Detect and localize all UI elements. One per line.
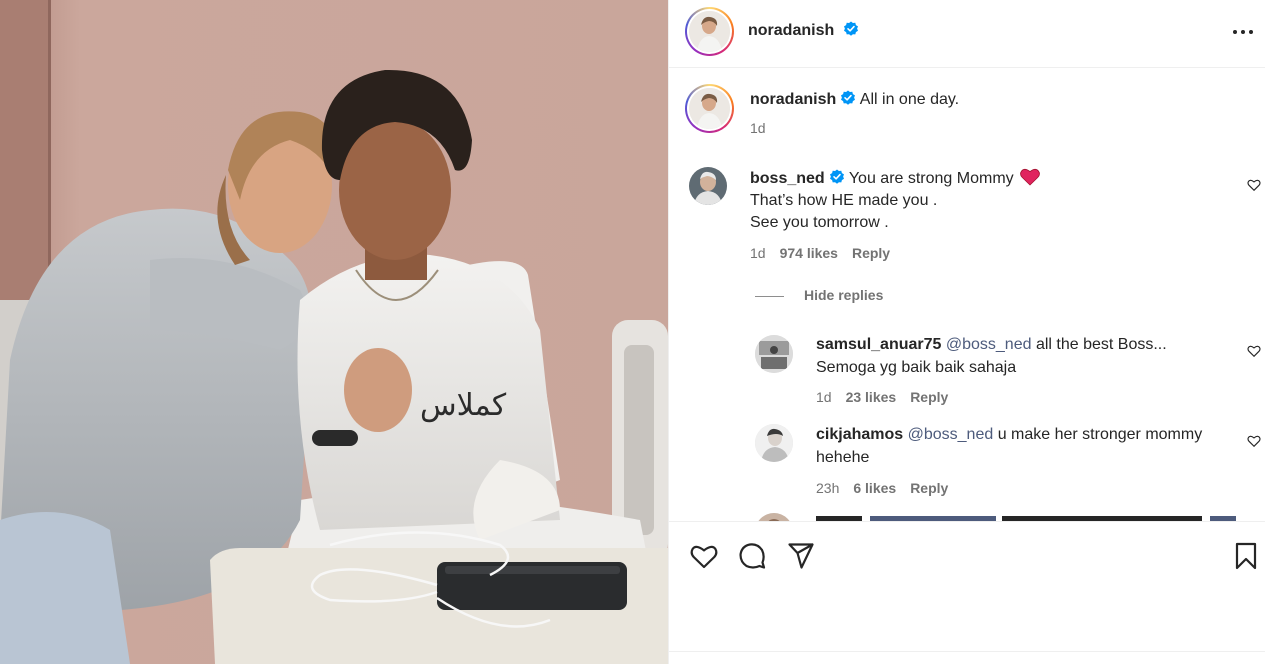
caption-avatar [689, 88, 730, 129]
reply-text: u make her stronger mommy [993, 426, 1203, 443]
reply-likes[interactable]: 23 likes [846, 389, 897, 405]
comment-meta: 1d 974 likes Reply [750, 245, 890, 261]
reply-line-1: cikjahamos @boss_ned u make her stronger… [816, 424, 1202, 446]
caption-line: noradanish All in one day. [750, 89, 959, 111]
comment-line-1: boss_ned You are strong Mommy [750, 168, 1040, 190]
reply-like-heart-icon[interactable] [1247, 434, 1261, 448]
caption-text: All in one day. [859, 91, 960, 108]
bookmark-icon[interactable] [1234, 542, 1258, 570]
photo-illustration: كملاس [0, 0, 668, 664]
comment-username[interactable]: boss_ned [750, 170, 825, 187]
verified-badge-icon [829, 169, 844, 184]
reply-like-heart-icon[interactable] [1247, 344, 1261, 358]
comment-time[interactable]: 1d [750, 245, 766, 261]
reply-time[interactable]: 23h [816, 480, 839, 496]
comment-likes[interactable]: 974 likes [780, 245, 838, 261]
red-heart-emoji-icon [1020, 168, 1040, 186]
reply-button[interactable]: Reply [852, 245, 890, 261]
reply-time[interactable]: 1d [816, 389, 832, 405]
shirt-print-text: كملاس [420, 388, 507, 423]
hide-replies-line [755, 296, 784, 297]
header-author[interactable]: noradanish [748, 21, 859, 40]
comment-like-heart-icon[interactable] [1247, 178, 1261, 192]
post-header: noradanish [669, 0, 1265, 68]
comment-line-3: See you tomorrow . [750, 214, 889, 231]
reply-text: all the best Boss... [1031, 336, 1167, 353]
header-username[interactable]: noradanish [748, 22, 834, 39]
post-action-bar [669, 521, 1265, 651]
reply-username[interactable]: cikjahamos [816, 426, 903, 443]
more-icon[interactable] [1231, 22, 1255, 42]
share-icon[interactable] [787, 542, 815, 570]
caption-time[interactable]: 1d [750, 120, 766, 136]
post-photo: كملاس [0, 0, 668, 664]
caption-story-ring[interactable] [685, 84, 734, 133]
reply-avatar[interactable] [755, 335, 793, 373]
verified-badge-icon [841, 90, 856, 105]
comments-section[interactable]: noradanish All in one day. 1d boss_ned Y… [669, 69, 1265, 521]
reply-avatar[interactable] [755, 424, 793, 462]
comment-text: You are strong Mommy [848, 170, 1014, 187]
heart-icon[interactable] [690, 543, 718, 569]
reply-meta: 1d 23 likes Reply [816, 389, 948, 405]
reply-mention[interactable]: @boss_ned [908, 426, 994, 443]
reply-avatar-partial[interactable] [755, 513, 793, 521]
reply-likes[interactable]: 6 likes [853, 480, 896, 496]
hide-replies-button[interactable]: Hide replies [804, 287, 883, 303]
reply-username[interactable]: samsul_anuar75 [816, 336, 941, 353]
commenter-avatar[interactable] [689, 167, 727, 205]
reply-meta: 23h 6 likes Reply [816, 480, 948, 496]
comment-line-2: That’s how HE made you . [750, 192, 938, 209]
caption-username[interactable]: noradanish [750, 91, 836, 108]
reply-line-2: hehehe [816, 449, 870, 466]
comment-icon[interactable] [738, 542, 766, 570]
author-avatar [689, 11, 730, 52]
reply-button[interactable]: Reply [910, 480, 948, 496]
verified-badge-icon [843, 21, 858, 36]
reply-line-1: samsul_anuar75 @boss_ned all the best Bo… [816, 334, 1167, 356]
post-side-panel: noradanish noradanish All in one day. 1d… [668, 0, 1265, 664]
story-ring[interactable] [685, 7, 734, 56]
reply-line-2: Semoga yg baik baik sahaja [816, 359, 1017, 376]
reply-button[interactable]: Reply [910, 389, 948, 405]
bottom-divider [669, 651, 1265, 652]
reply-mention[interactable]: @boss_ned [946, 336, 1032, 353]
